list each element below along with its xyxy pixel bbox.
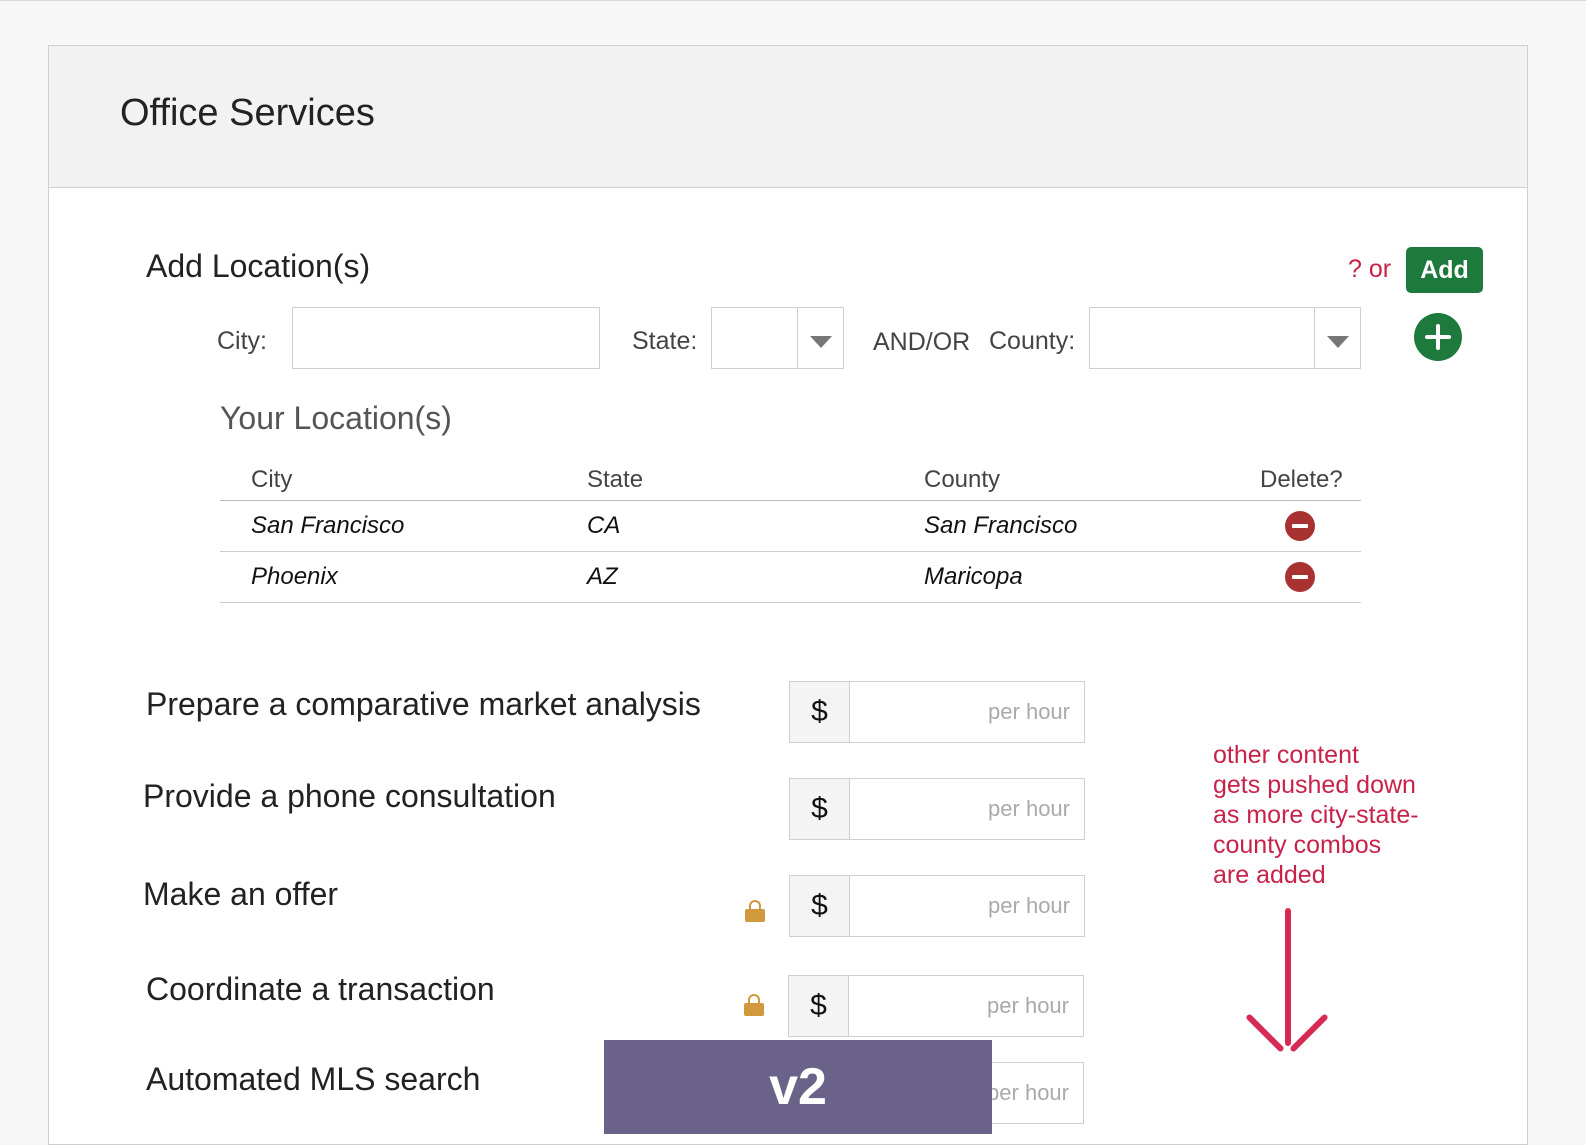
cell-state: AZ xyxy=(587,563,618,590)
county-select[interactable] xyxy=(1089,307,1361,369)
state-label: State: xyxy=(632,327,698,355)
version-badge: v2 xyxy=(604,1040,992,1134)
column-header-state: State xyxy=(587,466,644,493)
column-header-county: County xyxy=(924,466,1001,493)
service-label-cma: Prepare a comparative market analysis xyxy=(146,686,701,722)
city-input[interactable] xyxy=(292,307,600,369)
annotation-line: as more city-state- xyxy=(1213,801,1419,829)
price-input-group: $ xyxy=(788,975,1084,1037)
your-locations-title: Your Location(s) xyxy=(220,400,452,436)
annotation-line: gets pushed down xyxy=(1213,771,1416,799)
column-header-city: City xyxy=(251,466,293,493)
service-label-coordinate-transaction: Coordinate a transaction xyxy=(146,971,495,1007)
annotation-line: other content xyxy=(1213,741,1359,769)
delete-row-icon[interactable] xyxy=(1285,511,1315,541)
price-input-group: $ xyxy=(789,681,1085,743)
cell-county: San Francisco xyxy=(924,512,1078,539)
chevron-down-icon[interactable] xyxy=(797,308,843,368)
top-border xyxy=(0,0,1586,1)
cell-state: CA xyxy=(587,512,621,539)
cell-city: San Francisco xyxy=(251,512,405,539)
annotation-line: county combos xyxy=(1213,831,1382,859)
service-label-mls-search: Automated MLS search xyxy=(146,1061,481,1097)
state-select[interactable] xyxy=(711,307,844,369)
add-location-title: Add Location(s) xyxy=(146,248,371,284)
dollar-prefix: $ xyxy=(789,976,849,1036)
delete-row-icon[interactable] xyxy=(1285,562,1315,592)
price-input-make-offer[interactable] xyxy=(850,876,1084,936)
plus-circle-icon[interactable] xyxy=(1414,313,1462,361)
price-input-cma[interactable] xyxy=(850,682,1084,742)
panel-header: Office Services xyxy=(49,46,1527,188)
dollar-prefix: $ xyxy=(790,779,850,839)
design-annotation: other content gets pushed down as more c… xyxy=(1213,740,1453,890)
locations-table: City State County Delete? San Francisco … xyxy=(220,458,1361,603)
service-label-phone-consultation: Provide a phone consultation xyxy=(143,778,556,814)
price-input-group: $ xyxy=(789,778,1085,840)
arrow-down-icon xyxy=(1285,908,1291,1046)
annotation-line: are added xyxy=(1213,861,1326,889)
column-header-delete: Delete? xyxy=(1260,466,1343,493)
price-input-phone-consultation[interactable] xyxy=(850,779,1084,839)
cell-city: Phoenix xyxy=(251,563,338,590)
lock-icon xyxy=(744,994,764,1016)
table-row: San Francisco CA San Francisco xyxy=(220,501,1361,552)
table-row: Phoenix AZ Maricopa xyxy=(220,552,1361,603)
price-input-group: $ xyxy=(789,875,1085,937)
lock-icon xyxy=(745,900,765,922)
page-title: Office Services xyxy=(120,92,375,134)
dollar-prefix: $ xyxy=(790,682,850,742)
cell-county: Maricopa xyxy=(924,563,1023,590)
chevron-down-icon[interactable] xyxy=(1314,308,1360,368)
city-label: City: xyxy=(217,327,267,355)
price-input-coordinate-transaction[interactable] xyxy=(849,976,1083,1036)
add-button[interactable]: Add xyxy=(1406,247,1483,293)
dollar-prefix: $ xyxy=(790,876,850,936)
service-label-make-offer: Make an offer xyxy=(143,876,339,912)
help-or-text[interactable]: ? or xyxy=(1348,255,1391,284)
and-or-label: AND/OR xyxy=(873,328,971,356)
table-header-row: City State County Delete? xyxy=(220,458,1361,501)
county-label: County: xyxy=(989,327,1076,355)
